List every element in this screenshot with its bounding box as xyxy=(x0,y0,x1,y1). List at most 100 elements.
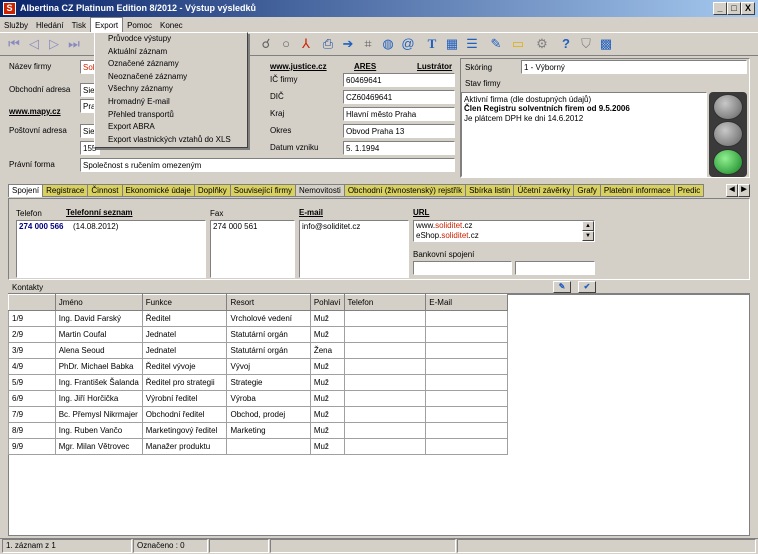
tab-ucetni-zaverky[interactable]: Účetní závěrky xyxy=(513,184,575,197)
cell-resort[interactable]: Vývoj xyxy=(226,358,311,375)
prev-record-icon[interactable]: ◁ xyxy=(26,36,42,52)
cell-name[interactable]: Ing. František Šalanda xyxy=(54,374,143,391)
qr-icon[interactable]: ▩ xyxy=(598,36,614,52)
cell-gender[interactable]: Žena xyxy=(309,342,345,359)
help-icon[interactable]: ? xyxy=(558,36,574,52)
tab-grafy[interactable]: Grafy xyxy=(573,184,601,197)
menu-konec[interactable]: Konec xyxy=(156,18,187,33)
cell-name[interactable]: Ing. David Farský xyxy=(54,310,143,327)
export-menu-item[interactable]: Přehled transportů xyxy=(95,109,247,122)
forward-icon[interactable]: ➔ xyxy=(340,36,356,52)
cell-phone[interactable] xyxy=(343,422,427,439)
founded-field[interactable]: 5. 1.1994 xyxy=(343,141,455,155)
tab-spojeni[interactable]: Spojení xyxy=(8,184,44,197)
tab-registrace[interactable]: Registrace xyxy=(42,184,89,197)
list-icon[interactable]: ☰ xyxy=(464,36,480,52)
first-record-icon[interactable]: ⏮ xyxy=(6,36,22,52)
email-icon[interactable]: @ xyxy=(400,36,416,52)
binoculars-icon[interactable]: ☌ xyxy=(258,36,274,52)
cell-resort[interactable]: Statutární orgán xyxy=(226,342,311,359)
phone-directory-link[interactable]: Telefonní seznam xyxy=(66,208,133,217)
table-row[interactable]: 6/9 Ing. Jiří Horčička Výrobní ředitel Výro… xyxy=(8,390,508,407)
tab-ekonomicke[interactable]: Ekonomické údaje xyxy=(121,184,195,197)
cell-name[interactable]: Mgr. Milan Větrovec xyxy=(54,438,143,455)
cell-email[interactable] xyxy=(425,406,508,423)
phone-value[interactable]: 274 000 566 xyxy=(19,222,64,231)
cell-function[interactable]: Ředitel pro strategii xyxy=(141,374,228,391)
cell-phone[interactable] xyxy=(343,438,427,455)
dic-field[interactable]: CZ60469641 xyxy=(343,90,455,104)
pdf-icon[interactable]: ⅄ xyxy=(298,36,314,52)
tab-scroll-left-icon[interactable]: ◀ xyxy=(726,184,738,197)
cell-index[interactable]: 6/9 xyxy=(8,390,56,407)
cell-phone[interactable] xyxy=(343,374,427,391)
cell-gender[interactable]: Muž xyxy=(309,390,345,407)
export-menu-item[interactable]: Označené záznamy xyxy=(95,58,247,71)
cell-gender[interactable]: Muž xyxy=(309,438,345,455)
edit-icon[interactable]: ✎ xyxy=(488,36,504,52)
cell-function[interactable]: Marketingový ředitel xyxy=(141,422,228,439)
col-resort[interactable]: Resort xyxy=(226,294,311,311)
tab-sbirka-listin[interactable]: Sbírka listin xyxy=(465,184,515,197)
table-row[interactable]: 7/9 Bc. Přemysl Nikrmajer Obchodní ředitel… xyxy=(8,406,508,423)
tab-scroll-right-icon[interactable]: ▶ xyxy=(738,184,750,197)
close-button[interactable]: X xyxy=(741,2,755,15)
text-icon[interactable]: T xyxy=(424,36,440,52)
url-line2[interactable]: eShop.soliditet.cz xyxy=(416,231,479,240)
justice-link[interactable]: www.justice.cz xyxy=(270,62,327,71)
table-row[interactable]: 1/9 Ing. David Farský Ředitel Vrcholové ved… xyxy=(8,310,508,327)
cell-index[interactable]: 7/9 xyxy=(8,406,56,423)
cell-index[interactable]: 9/9 xyxy=(8,438,56,455)
col-index[interactable] xyxy=(8,294,56,311)
cell-name[interactable]: Alena Seoud xyxy=(54,342,143,359)
next-record-icon[interactable]: ▷ xyxy=(46,36,62,52)
cell-function[interactable]: Jednatel xyxy=(141,342,228,359)
tab-obchodni-rejstrik[interactable]: Obchodní (živnostenský) rejstřík xyxy=(343,184,467,197)
cell-function[interactable]: Jednatel xyxy=(141,326,228,343)
cell-phone[interactable] xyxy=(343,310,427,327)
email-link[interactable]: E-mail xyxy=(299,208,323,217)
ico-field[interactable]: 60469641 xyxy=(343,73,455,87)
tab-souvisejici[interactable]: Související firmy xyxy=(229,184,297,197)
url-scroll-down-icon[interactable]: ▼ xyxy=(582,231,594,241)
cell-email[interactable] xyxy=(425,374,508,391)
cell-email[interactable] xyxy=(425,390,508,407)
cell-phone[interactable] xyxy=(343,390,427,407)
cell-function[interactable]: Ředitel xyxy=(141,310,228,327)
cell-resort[interactable]: Výroba xyxy=(226,390,311,407)
cell-gender[interactable]: Muž xyxy=(309,422,345,439)
table-row[interactable]: 9/9 Mgr. Milan Větrovec Manažer produktu Mu… xyxy=(8,438,508,455)
tab-platebni[interactable]: Platební informace xyxy=(599,184,675,197)
menu-hledani[interactable]: Hledání xyxy=(32,18,68,33)
maximize-button[interactable]: □ xyxy=(727,2,741,15)
col-name[interactable]: Jméno xyxy=(54,294,143,311)
col-phone[interactable]: Telefon xyxy=(343,294,427,311)
table-icon[interactable]: ▦ xyxy=(444,36,460,52)
menu-sluzby[interactable]: Služby xyxy=(0,18,32,33)
url-line1[interactable]: www.soliditet.cz xyxy=(416,221,472,230)
table-row[interactable]: 8/9 Ing. Ruben Vančo Marketingový ředitel M… xyxy=(8,422,508,439)
export-menu-item[interactable]: Průvodce výstupy xyxy=(95,33,247,46)
export-menu-item[interactable]: Export vlastnických vztahů do XLS xyxy=(95,134,247,147)
export-menu-item[interactable]: Aktuální záznam xyxy=(95,46,247,59)
cell-function[interactable]: Výrobní ředitel xyxy=(141,390,228,407)
col-function[interactable]: Funkce xyxy=(141,294,228,311)
cell-email[interactable] xyxy=(425,358,508,375)
menu-tisk[interactable]: Tisk xyxy=(68,18,90,33)
cell-gender[interactable]: Muž xyxy=(309,406,345,423)
cell-resort[interactable]: Marketing xyxy=(226,422,311,439)
last-record-icon[interactable]: ⏭ xyxy=(66,36,82,52)
cell-name[interactable]: Ing. Jiří Horčička xyxy=(54,390,143,407)
menu-pomoc[interactable]: Pomoc xyxy=(123,18,156,33)
cell-name[interactable]: Martin Coufal xyxy=(54,326,143,343)
cell-resort[interactable]: Obchod, prodej xyxy=(226,406,311,423)
scoring-field[interactable]: 1 - Výborný xyxy=(521,60,747,74)
cell-email[interactable] xyxy=(425,438,508,455)
table-row[interactable]: 4/9 PhDr. Michael Babka Ředitel vývoje Vývo… xyxy=(8,358,508,375)
cell-resort[interactable]: Statutární orgán xyxy=(226,326,311,343)
cell-index[interactable]: 3/9 xyxy=(8,342,56,359)
print-icon[interactable]: ⎙ xyxy=(320,36,336,52)
col-gender[interactable]: Pohlaví xyxy=(309,294,345,311)
minimize-button[interactable]: _ xyxy=(713,2,727,15)
cell-resort[interactable]: Strategie xyxy=(226,374,311,391)
